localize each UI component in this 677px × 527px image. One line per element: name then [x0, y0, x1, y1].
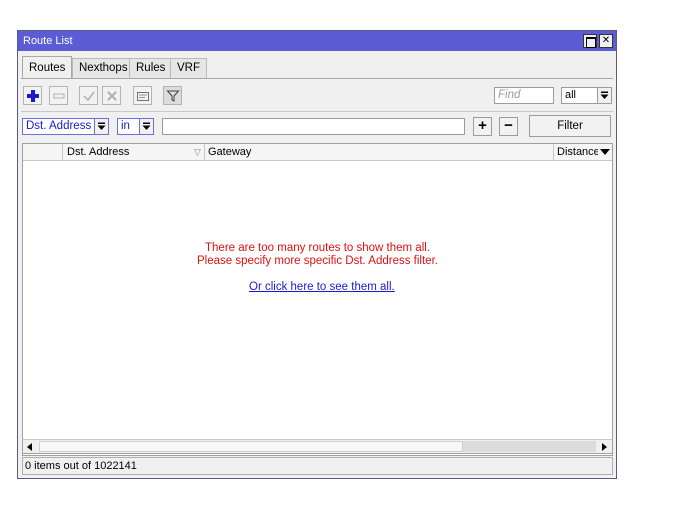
item-count: 0 items out of 1022141	[25, 460, 137, 472]
comment-button[interactable]	[133, 86, 152, 105]
scroll-left-icon[interactable]	[25, 442, 35, 452]
tab-nexthops[interactable]: Nexthops	[72, 58, 135, 78]
remove-button[interactable]	[49, 86, 68, 105]
filter-field-select[interactable]: Dst. Address	[22, 118, 109, 135]
columns-menu-button[interactable]	[598, 144, 612, 160]
scope-value: all	[565, 89, 577, 101]
see-all-routes-link[interactable]: Or click here to see them all.	[249, 281, 395, 293]
chevron-down-icon	[600, 149, 610, 155]
filter-operator-value: in	[121, 120, 130, 132]
scrollbar-thumb[interactable]	[39, 441, 463, 452]
filter-operator-dropdown-arrow[interactable]	[139, 119, 153, 134]
scrollbar-track[interactable]	[463, 441, 596, 452]
too-many-routes-message: There are too many routes to show them a…	[23, 242, 612, 268]
message-line-2: Please specify more specific Dst. Addres…	[197, 255, 438, 267]
add-filter-button[interactable]: +	[473, 117, 492, 136]
tab-rules[interactable]: Rules	[129, 58, 173, 78]
scroll-right-icon[interactable]	[599, 442, 609, 452]
remove-icon	[53, 93, 65, 99]
filter-value-input[interactable]	[162, 118, 465, 135]
enable-icon	[83, 91, 95, 102]
column-header-flags[interactable]	[23, 144, 63, 161]
scope-select[interactable]: all	[561, 87, 612, 104]
maximize-button[interactable]	[583, 34, 597, 48]
chevron-down-icon	[600, 91, 609, 99]
chevron-down-icon	[142, 122, 151, 130]
window-titlebar[interactable]: Route List ✕	[18, 31, 616, 51]
window-title: Route List	[23, 35, 73, 47]
filter-operator-select[interactable]: in	[117, 118, 154, 135]
filter-toggle-button[interactable]	[163, 86, 182, 105]
comment-icon	[137, 92, 149, 101]
tab-routes[interactable]: Routes	[22, 56, 73, 79]
column-header-gateway[interactable]: Gateway	[205, 144, 554, 161]
route-list-window: Route List ✕ Routes Nexthops Rules VRF F…	[17, 30, 617, 479]
enable-button[interactable]	[79, 86, 98, 105]
add-button[interactable]	[23, 86, 42, 105]
disable-button[interactable]	[102, 86, 121, 105]
toolbar-divider	[21, 111, 613, 112]
sort-icon: ▽	[194, 147, 201, 157]
scope-dropdown-arrow[interactable]	[597, 88, 611, 103]
filter-field-dropdown-arrow[interactable]	[94, 119, 108, 134]
tab-vrf[interactable]: VRF	[170, 58, 207, 78]
disable-icon	[107, 91, 117, 101]
horizontal-scrollbar[interactable]	[22, 439, 613, 454]
filter-icon	[166, 90, 180, 102]
column-header-dst-address[interactable]: Dst. Address ▽	[63, 144, 205, 161]
table-header: Dst. Address ▽ Gateway Distance	[23, 144, 612, 161]
find-input[interactable]: Find	[494, 87, 554, 104]
remove-filter-button[interactable]: −	[499, 117, 518, 136]
tab-divider	[21, 78, 613, 79]
route-table: Dst. Address ▽ Gateway Distance There ar…	[22, 143, 613, 456]
add-icon	[27, 90, 39, 102]
chevron-down-icon	[97, 122, 106, 130]
filter-field-value: Dst. Address	[26, 120, 92, 132]
column-header-distance-label: Distance	[557, 146, 600, 158]
status-bar: 0 items out of 1022141	[22, 457, 613, 475]
message-line-1: There are too many routes to show them a…	[205, 242, 430, 254]
filter-button[interactable]: Filter	[529, 115, 611, 137]
close-button[interactable]: ✕	[599, 34, 613, 48]
column-header-dst-address-label: Dst. Address	[67, 146, 130, 158]
